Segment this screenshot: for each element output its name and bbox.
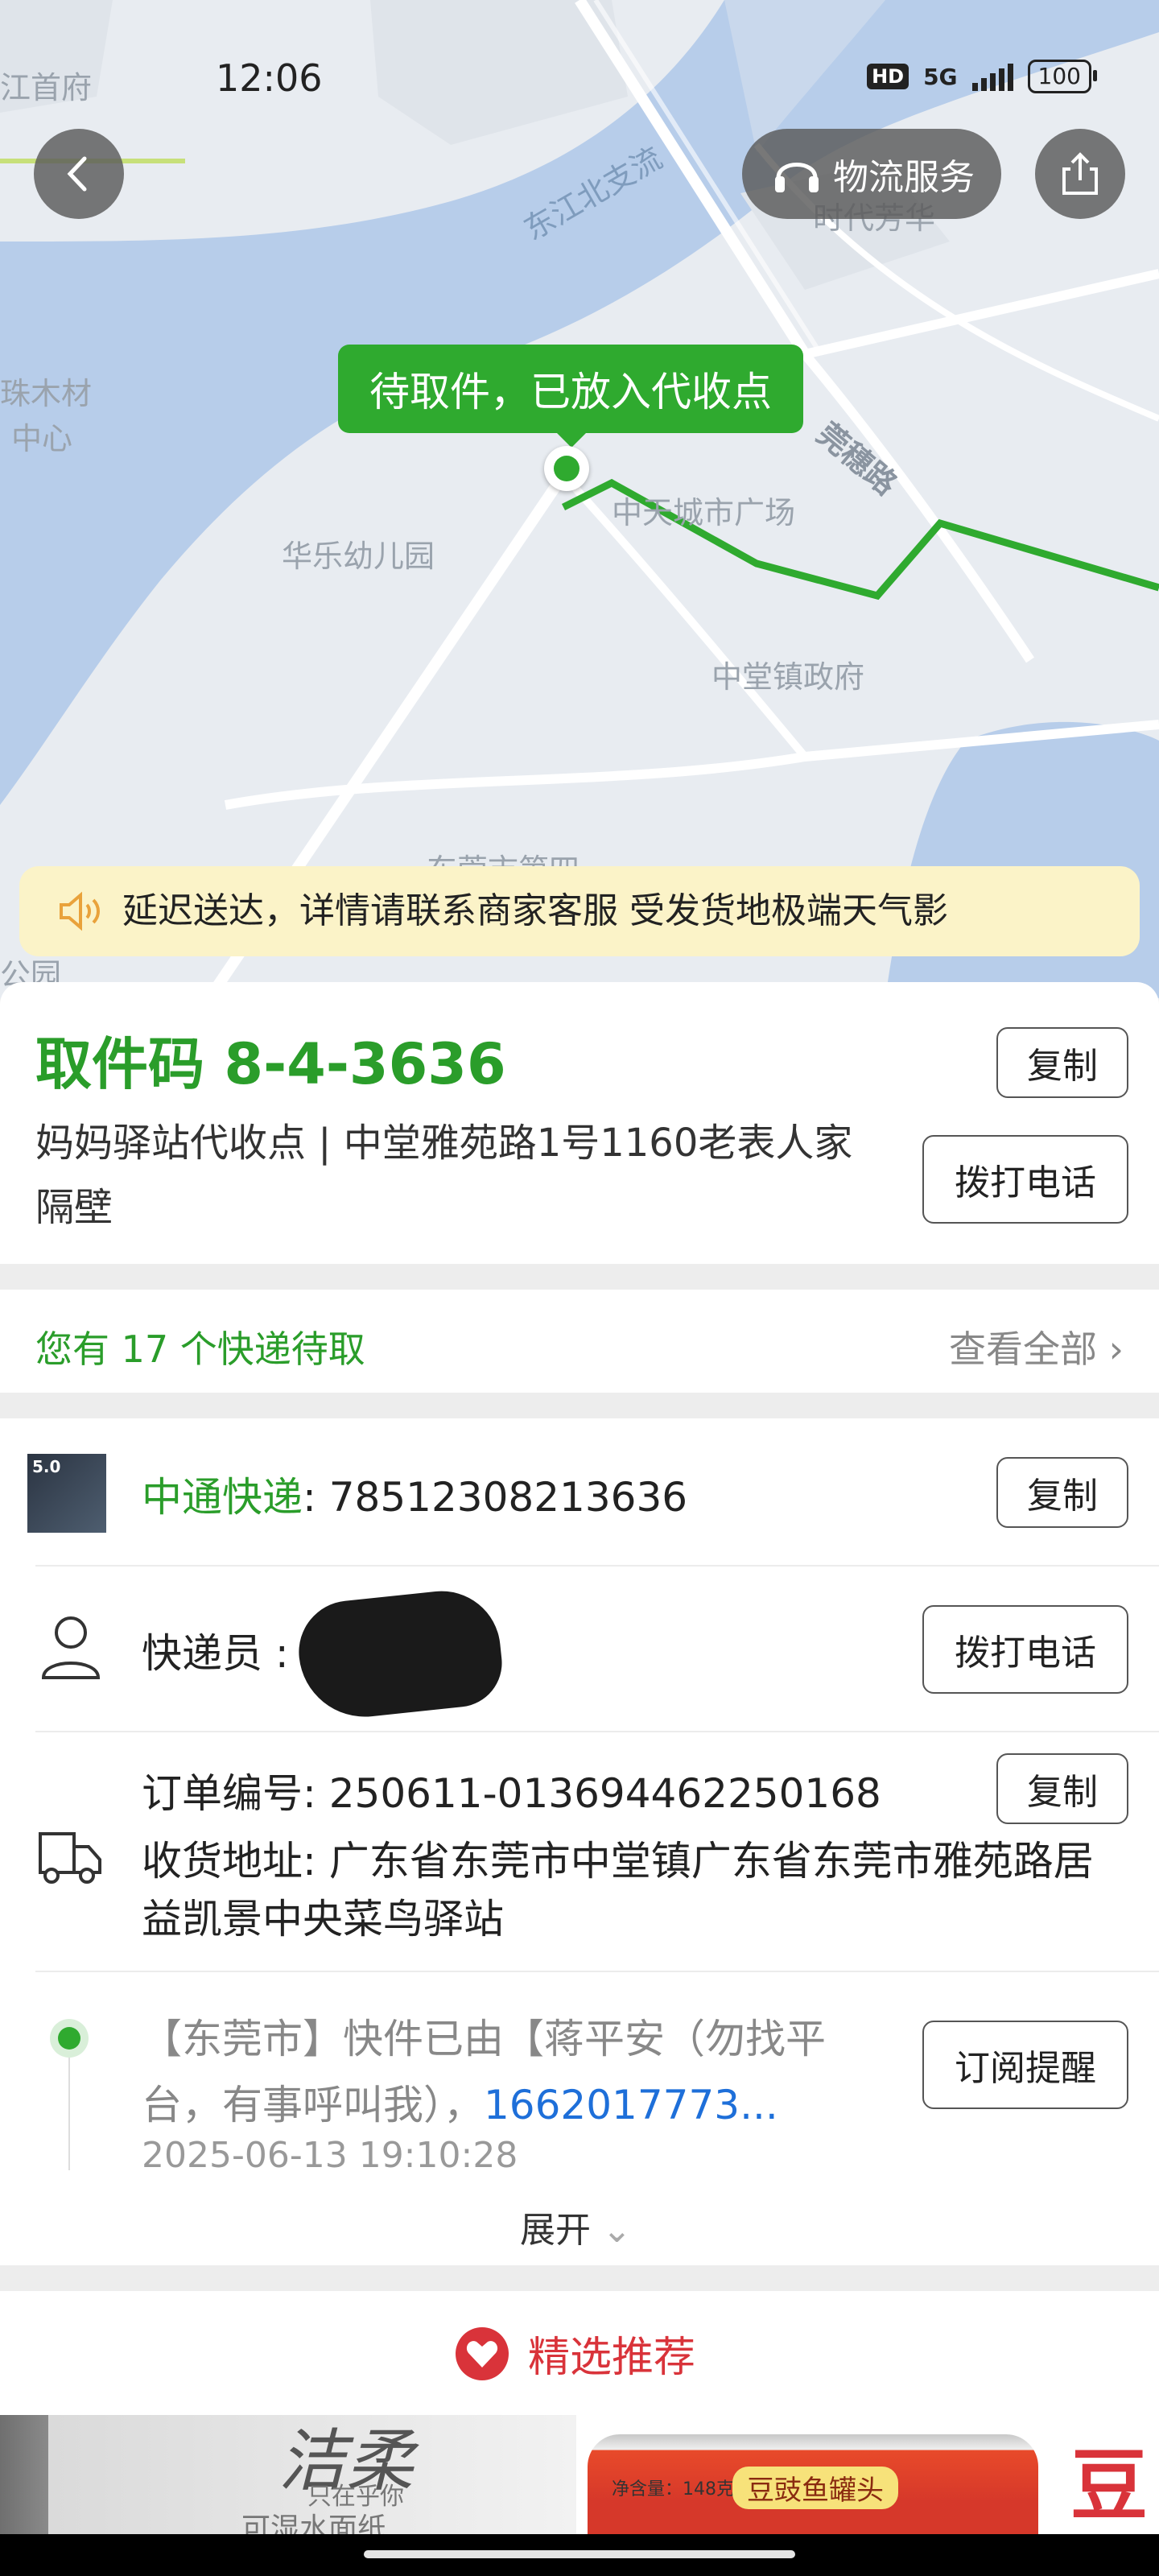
system-nav-bar — [0, 2534, 1159, 2576]
notice-banner[interactable]: 延迟送达，详情请联系商家客服 受发货地极端天气影 — [19, 866, 1140, 956]
map-label: 华乐幼儿园 — [282, 539, 435, 574]
carrier-logo: 5.0 — [27, 1454, 106, 1533]
product-card[interactable]: 洁柔 只在乎你 可湿水面纸 — [0, 2415, 576, 2534]
pickup-address: 妈妈驿站代收点 | 中堂雅苑路1号1160老表人家隔壁 — [35, 1121, 853, 1230]
view-all-link[interactable]: 查看全部 › — [949, 1320, 1124, 1373]
map-label: 中堂镇政府 — [711, 659, 865, 695]
expand-button[interactable]: 展开 ⌄ — [520, 2201, 632, 2252]
product-card[interactable]: 净含量：148克 豆豉鱼罐头 豆 — [588, 2415, 1159, 2534]
speaker-icon — [60, 891, 100, 931]
latest-track-event[interactable]: 【东莞市】快件已由【蒋平安（勿找平台，有事呼叫我），1662017773... — [142, 2006, 882, 2138]
network-type: 5G — [923, 63, 958, 90]
heart-icon — [456, 2326, 509, 2380]
map-label: 中心 — [11, 421, 73, 456]
recommend-section[interactable]: 精选推荐 — [0, 2291, 1159, 2415]
pending-count-text: 您有 17 个快递待取 — [35, 1327, 365, 1371]
copy-order-button[interactable]: 复制 — [996, 1753, 1128, 1824]
product-subtitle: 可湿水面纸 — [241, 2512, 387, 2534]
expand-label: 展开 — [520, 2210, 591, 2251]
call-courier-button[interactable]: 拨打电话 — [922, 1605, 1128, 1694]
courier-person-icon — [41, 1616, 101, 1679]
tracking-number: : 78512308213636 — [303, 1474, 688, 1521]
call-station-button[interactable]: 拨打电话 — [922, 1135, 1128, 1224]
copy-tracking-button[interactable]: 复制 — [996, 1457, 1128, 1528]
copy-code-button[interactable]: 复制 — [996, 1027, 1128, 1098]
truck-icon — [39, 1832, 101, 1884]
location-pin-icon[interactable] — [544, 446, 589, 491]
divider — [35, 1971, 1159, 1972]
chevron-down-icon: ⌄ — [602, 2210, 632, 2251]
logistics-service-label: 物流服务 — [833, 157, 975, 198]
map-label: 中天城市广场 — [612, 495, 796, 530]
logistics-service-button[interactable]: 物流服务 — [742, 129, 1001, 219]
pickup-code: 取件码 8-4-3636 — [35, 1019, 506, 1100]
subscribe-button[interactable]: 订阅提醒 — [922, 2021, 1128, 2109]
map-label: 珠木材 — [0, 376, 93, 411]
pending-parcels-row[interactable]: 您有 17 个快递待取 查看全部 › — [0, 1290, 1159, 1393]
delivery-address: 收货地址: 广东省东莞市中堂镇广东省东莞市雅苑路居益凯景中央菜鸟驿站 — [142, 1838, 1094, 1942]
carrier-name[interactable]: 中通快递 — [142, 1474, 303, 1521]
courier-label: 快递员 : — [142, 1630, 289, 1677]
home-indicator[interactable] — [364, 2550, 795, 2558]
parcel-status-tooltip: 待取件，已放入代收点 — [338, 345, 803, 448]
chevron-right-icon: › — [1108, 1327, 1124, 1371]
order-number: 订单编号: 250611-013694462250168 — [142, 1770, 881, 1817]
shipment-card: 5.0 中通快递: 78512308213636 复制 快递员 : 拨打电话 订… — [0, 1418, 1159, 2265]
share-button[interactable] — [1035, 129, 1125, 219]
view-all-label: 查看全部 — [948, 1327, 1097, 1371]
signal-icon — [971, 62, 1013, 91]
track-status-dot-icon — [50, 2019, 89, 2058]
pickup-card: 取件码 8-4-3636 复制 妈妈驿站代收点 | 中堂雅苑路1号1160老表人… — [0, 982, 1159, 1264]
timeline-line — [68, 2058, 70, 2170]
courier-phone-link[interactable]: 1662017773... — [484, 2082, 778, 2128]
divider — [35, 1565, 1159, 1567]
redacted-courier-name — [294, 1585, 506, 1724]
divider — [35, 1731, 1159, 1732]
back-button[interactable] — [34, 129, 124, 219]
notice-text: 延迟送达，详情请联系商家客服 受发货地极端天气影 — [122, 890, 948, 931]
pickup-code-value: 8-4-3636 — [224, 1031, 506, 1097]
product-weight: 净含量：148克 — [612, 2479, 734, 2500]
status-bar: 12:06 HD 5G 100 — [0, 56, 1159, 105]
headset-icon — [775, 163, 819, 192]
pickup-code-label: 取件码 — [35, 1031, 204, 1097]
product-image: 净含量：148克 豆豉鱼罐头 — [588, 2434, 1038, 2534]
clock: 12:06 — [216, 56, 323, 100]
track-event-time: 2025-06-13 19:10:28 — [142, 2135, 518, 2176]
product-side-text: 豆 — [1070, 2441, 1148, 2531]
tracking-line: 中通快递: 78512308213636 — [142, 1465, 687, 1523]
hd-icon: HD — [867, 64, 909, 89]
battery-icon: 100 — [1027, 60, 1098, 93]
product-label: 豆豉鱼罐头 — [732, 2467, 898, 2509]
recommend-label: 精选推荐 — [528, 2334, 696, 2382]
chevron-left-icon — [67, 156, 87, 192]
product-grid: 洁柔 只在乎你 可湿水面纸 净含量：148克 豆豉鱼罐头 豆 — [0, 2415, 1159, 2534]
share-icon — [1062, 152, 1098, 195]
carrier-logo-text: 5.0 — [32, 1457, 61, 1476]
